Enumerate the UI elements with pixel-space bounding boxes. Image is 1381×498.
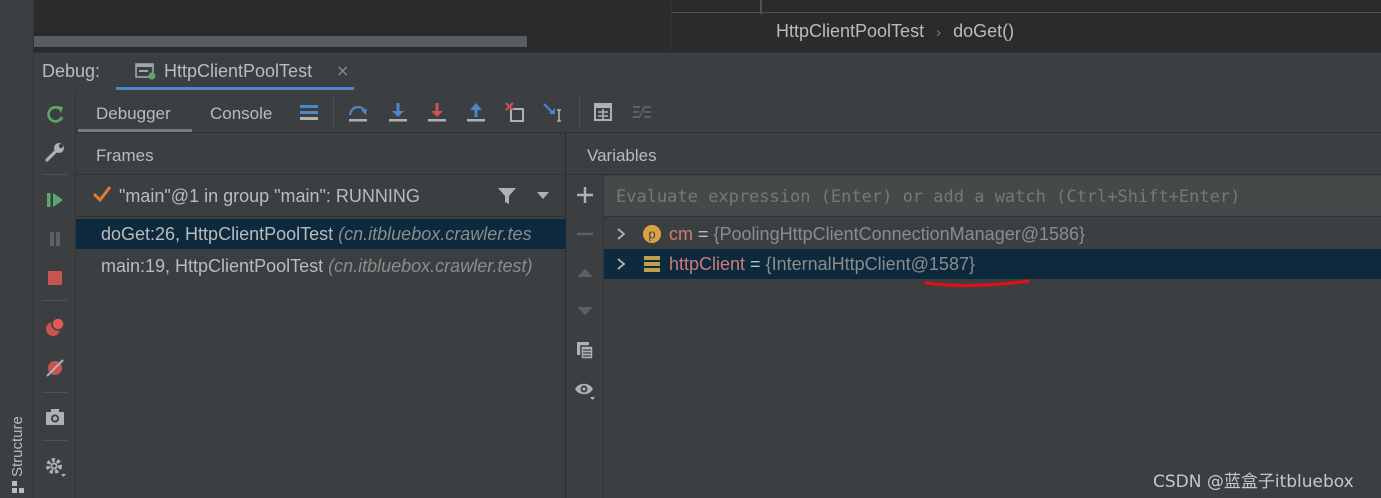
chevron-right-icon[interactable] [616, 228, 626, 240]
tab-debugger-indicator [78, 129, 192, 132]
frame-package: (cn.itbluebox.crawler.tes [338, 224, 532, 244]
drop-frame-icon[interactable] [502, 99, 528, 125]
variables-title: Variables [587, 146, 657, 165]
view-breakpoints-icon[interactable] [42, 314, 68, 340]
resume-icon[interactable] [42, 187, 68, 213]
structure-tool-tab[interactable]: Structure [0, 395, 34, 498]
eye-icon[interactable] [573, 378, 597, 402]
protected-field-icon: p [643, 225, 661, 243]
frame-row[interactable]: main:19, HttpClientPoolTest (cn.itbluebo… [76, 251, 566, 281]
watermark: CSDN @蓝盒子itbluebox [1153, 472, 1354, 492]
svg-text:p: p [648, 227, 655, 242]
field-icon [644, 256, 660, 272]
filter-icon[interactable] [496, 185, 518, 207]
separator [579, 98, 580, 126]
structure-icon [12, 481, 24, 493]
pause-icon[interactable] [42, 226, 68, 252]
editor-divider-horizontal [671, 12, 1381, 13]
stop-icon[interactable] [42, 265, 68, 291]
horizontal-scrollbar[interactable] [34, 36, 527, 47]
chevron-down-icon[interactable] [536, 190, 550, 200]
evaluate-expression-placeholder: Evaluate expression (Enter) or add a wat… [616, 187, 1241, 207]
variable-value: {InternalHttpClient@1587} [765, 254, 975, 274]
remove-watch-icon[interactable] [573, 222, 597, 246]
wrench-icon[interactable] [42, 139, 68, 165]
move-up-icon[interactable] [573, 261, 597, 285]
evaluate-expression-icon[interactable] [590, 99, 616, 125]
variable-value: {PoolingHttpClientConnectionManager@1586… [713, 224, 1086, 244]
run-to-cursor-icon[interactable] [541, 99, 567, 125]
tab-console[interactable]: Console [210, 104, 272, 124]
variable-equals: = [693, 224, 714, 244]
variables-header [566, 133, 1381, 175]
separator [42, 300, 68, 301]
rerun-icon[interactable] [42, 102, 68, 128]
copy-icon[interactable] [573, 338, 597, 362]
variable-row-httpclient[interactable]: httpClient = {InternalHttpClient@1587} [604, 249, 1381, 279]
step-over-icon[interactable] [345, 99, 371, 125]
variable-row-cm[interactable]: p cm = {PoolingHttpClientConnectionManag… [604, 219, 1381, 249]
step-into-icon[interactable] [385, 99, 411, 125]
breadcrumb-separator-icon: › [936, 24, 942, 41]
variable-name: httpClient [669, 254, 746, 274]
debug-actions-column [34, 92, 76, 498]
camera-icon[interactable] [42, 404, 68, 430]
variable-equals: = [745, 254, 766, 274]
structure-label: Structure [9, 416, 26, 477]
debug-tab-title: HttpClientPoolTest [164, 61, 313, 81]
separator [42, 174, 68, 175]
settings-icon[interactable] [42, 454, 68, 480]
frame-package: (cn.itbluebox.crawler.test) [328, 256, 533, 276]
add-watch-icon[interactable] [573, 183, 597, 207]
force-step-into-icon[interactable] [424, 99, 450, 125]
step-out-icon[interactable] [463, 99, 489, 125]
variable-name: cm [669, 224, 693, 244]
move-down-icon[interactable] [573, 299, 597, 323]
debug-label: Debug: [42, 61, 101, 81]
run-config-icon [135, 63, 156, 80]
mute-breakpoints-icon[interactable] [42, 355, 68, 381]
trace-current-stream-icon[interactable] [629, 99, 655, 125]
frame-row-selected[interactable]: doGet:26, HttpClientPoolTest (cn.itblueb… [76, 219, 566, 249]
debug-tab-indicator [116, 87, 354, 90]
thread-label[interactable]: "main"@1 in group "main": RUNNING [119, 186, 420, 207]
chevron-right-icon[interactable] [616, 258, 626, 270]
close-icon[interactable]: × [336, 61, 349, 80]
separator [42, 392, 68, 393]
breadcrumb-class[interactable]: HttpClientPoolTest [776, 21, 924, 41]
breadcrumb-method[interactable]: doGet() [953, 21, 1014, 41]
breadcrumb: HttpClientPoolTest › doGet() [776, 21, 1014, 42]
separator [333, 98, 334, 126]
check-icon [92, 186, 112, 203]
frame-method: doGet:26, HttpClientPoolTest [101, 224, 334, 244]
red-underline-annotation [924, 279, 1030, 288]
frame-method: main:19, HttpClientPoolTest [101, 256, 324, 276]
separator [42, 440, 68, 441]
frames-title: Frames [96, 146, 154, 165]
tab-debugger-label[interactable]: Debugger [96, 104, 171, 124]
layout-settings-icon[interactable] [296, 99, 322, 125]
